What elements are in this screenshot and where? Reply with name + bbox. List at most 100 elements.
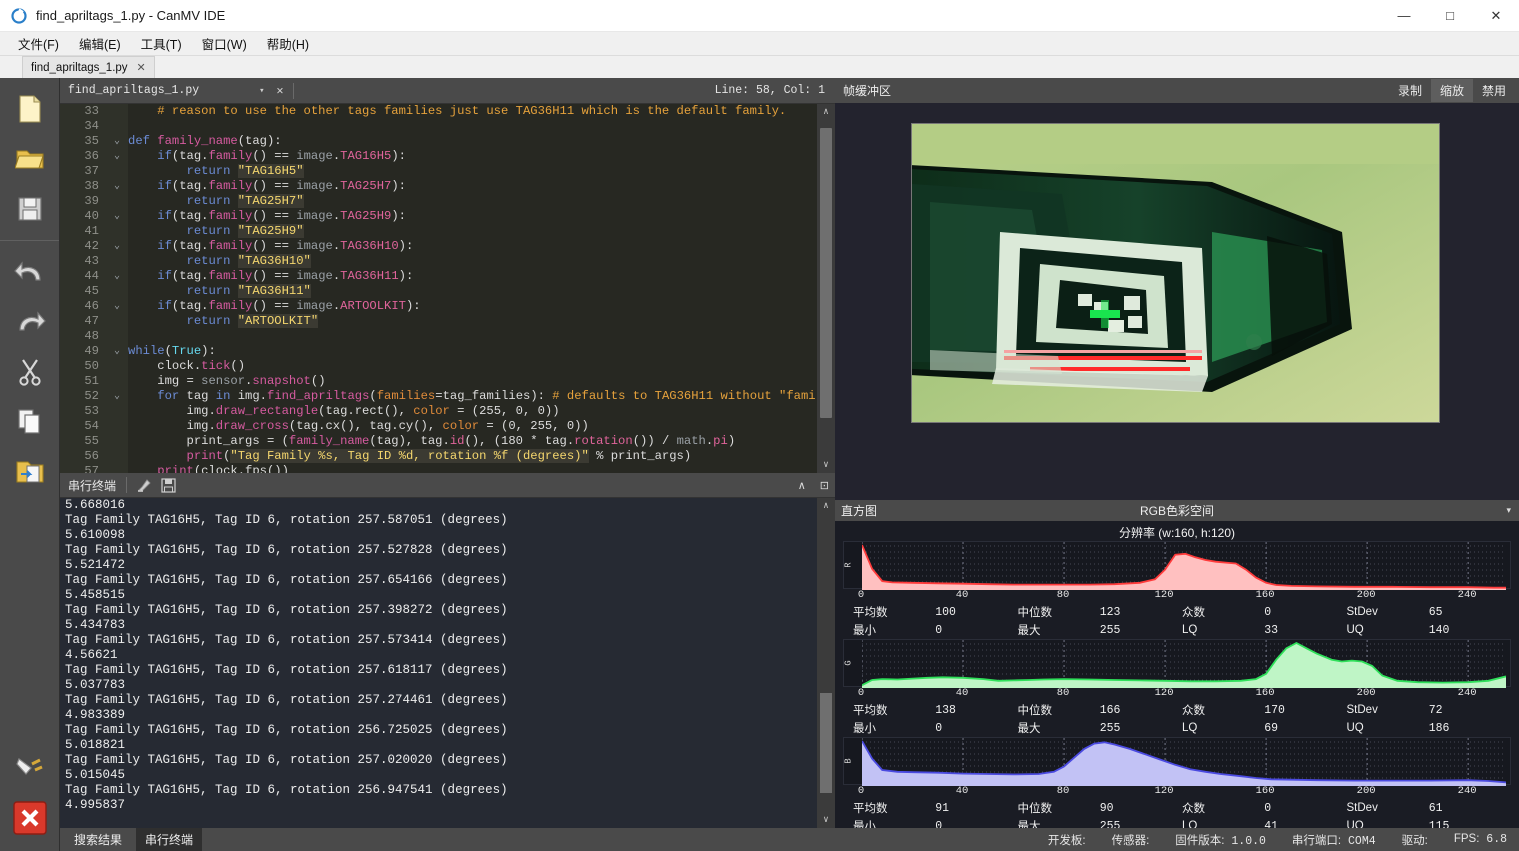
code-token: find_apriltags [267, 389, 370, 403]
document-tab[interactable]: find_apriltags_1.py ✕ [22, 56, 155, 78]
editor-line-col: Line: 58, Col: 1 [714, 84, 825, 97]
fold-toggle[interactable]: ⌄ [106, 389, 128, 404]
stop-icon[interactable] [0, 793, 60, 843]
status-label: 串行端口: [1291, 834, 1342, 847]
stat-label: LQ [1182, 624, 1198, 636]
close-button[interactable]: ✕ [1473, 0, 1519, 32]
line-number: 40 [84, 209, 99, 223]
histogram-body: 分辨率 (w:160, h:120) R 0 40 80 120 160 200 240 平均数… [835, 521, 1519, 833]
code-line: print("Tag Family %s, Tag ID %d, rotatio… [128, 449, 817, 464]
fold-toggle[interactable]: ⌄ [106, 239, 128, 254]
fold-toggle[interactable]: ⌄ [106, 344, 128, 359]
code-text[interactable]: # reason to use the other tags families … [128, 104, 835, 473]
stat-value: 100 [935, 605, 956, 619]
axis-tick-label: 240 [1457, 589, 1477, 601]
menu-edit[interactable]: 编辑(E) [69, 31, 131, 56]
axis-tick-label: 120 [1154, 785, 1174, 797]
fold-toggle [106, 449, 128, 464]
editor-scroll-down-icon[interactable]: ∨ [817, 457, 835, 473]
code-token: ): [201, 344, 216, 358]
maximize-button[interactable]: □ [1427, 0, 1473, 32]
code-token: tick [201, 359, 231, 373]
code-token: TAG25H7 [340, 179, 392, 193]
stat-value: 170 [1264, 703, 1285, 717]
framebuffer-canvas[interactable] [835, 103, 1519, 500]
menu-window[interactable]: 窗口(W) [192, 31, 257, 56]
terminal-scroll-up-icon[interactable]: ∧ [817, 498, 835, 514]
axis-tick-label: 0 [857, 589, 865, 601]
chevron-down-icon[interactable]: ▾ [259, 86, 264, 96]
editor-scrollbar[interactable]: ∧ ∨ [817, 104, 835, 473]
channel-axis-label: B [843, 758, 854, 764]
undo-icon[interactable] [0, 247, 60, 297]
zoom-button[interactable]: 缩放 [1430, 79, 1473, 102]
terminal-scrollbar[interactable]: ∧ ∨ [817, 498, 835, 828]
code-token: return [128, 164, 238, 178]
stat-value: 90 [1099, 801, 1114, 815]
disable-button[interactable]: 禁用 [1473, 79, 1515, 102]
menu-tools[interactable]: 工具(T) [131, 31, 192, 56]
fold-column[interactable]: ⌄ ⌄ ⌄ ⌄ ⌄ ⌄ ⌄ ⌄ ⌄ [106, 104, 128, 473]
line-number: 36 [84, 149, 99, 163]
status-label: 传感器: [1111, 834, 1150, 847]
connect-plug-icon[interactable] [0, 743, 60, 793]
fold-toggle[interactable]: ⌄ [106, 209, 128, 224]
fold-toggle[interactable]: ⌄ [106, 179, 128, 194]
fold-toggle[interactable]: ⌄ [106, 149, 128, 164]
float-panel-icon[interactable]: ⊡ [820, 479, 829, 492]
open-folder-icon[interactable] [0, 134, 60, 184]
document-tab-close-icon[interactable]: ✕ [137, 61, 146, 74]
editor-scroll-up-icon[interactable]: ∧ [817, 104, 835, 120]
code-token: = (255, 0, 0)) [449, 404, 560, 418]
code-token: () == [252, 299, 297, 313]
code-token: if [128, 149, 172, 163]
axis-tick-label: 0 [857, 785, 865, 797]
terminal-scroll-down-icon[interactable]: ∨ [817, 812, 835, 828]
clear-terminal-icon[interactable] [136, 477, 152, 493]
menu-file[interactable]: 文件(F) [8, 31, 69, 56]
stat-value: 91 [935, 801, 950, 815]
fold-toggle [106, 329, 128, 344]
save-icon[interactable] [0, 184, 60, 234]
histogram-toolbar: 直方图 RGB色彩空间 ▾ [835, 500, 1519, 521]
code-area[interactable]: 33 34 35 36 37 38 39 40 41 42 43 44 45 46 47 48 49 50 51 52… [60, 104, 835, 473]
code-line: if(tag.family() == image.TAG36H10): [128, 239, 817, 254]
code-token: math [676, 434, 706, 448]
line-number: 35 [84, 134, 99, 148]
code-line: img = sensor.snapshot() [128, 374, 817, 389]
redo-icon[interactable] [0, 297, 60, 347]
copy-icon[interactable] [0, 397, 60, 447]
code-token: if [128, 239, 172, 253]
tab-serial-terminal[interactable]: 串行终端 [136, 828, 203, 851]
new-file-icon[interactable] [0, 84, 60, 134]
tool-group-file [0, 78, 59, 241]
fold-toggle[interactable]: ⌄ [106, 269, 128, 284]
menu-help[interactable]: 帮助(H) [257, 31, 319, 56]
tab-search-results[interactable]: 搜索结果 [65, 828, 131, 851]
code-token: (tag. [171, 269, 209, 283]
stat-value: 0 [935, 721, 943, 735]
stat-label: 中位数 [1017, 607, 1053, 619]
code-token: TAG36H11 [340, 269, 399, 283]
code-token: ()) / [632, 434, 677, 448]
editor-panel: find_apriltags_1.py ▾ ✕ Line: 58, Col: 1… [60, 78, 835, 473]
record-button[interactable]: 录制 [1389, 79, 1431, 102]
minimize-button[interactable]: — [1381, 0, 1427, 32]
fold-toggle [106, 194, 128, 209]
editor-scroll-thumb[interactable] [820, 128, 832, 418]
code-token: while [128, 344, 165, 358]
channel-x-axis: 0 40 80 120 160 200 240 [858, 687, 1511, 701]
terminal-output[interactable]: 5.668016 Tag Family TAG16H5, Tag ID 6, ro… [60, 498, 835, 828]
code-token: () == [252, 209, 297, 223]
fold-toggle[interactable]: ⌄ [106, 299, 128, 314]
save-log-icon[interactable] [161, 477, 176, 493]
channel-area-chart [862, 738, 1506, 786]
terminal-scroll-thumb[interactable] [820, 693, 832, 793]
editor-close-icon[interactable]: ✕ [277, 83, 284, 98]
cut-icon[interactable] [0, 347, 60, 397]
code-token: if [128, 299, 172, 313]
terminal-line: Tag Family TAG16H5, Tag ID 6, rotation 2… [65, 573, 508, 587]
collapse-icon[interactable]: ∧ [798, 479, 806, 492]
paste-icon[interactable] [0, 447, 60, 497]
fold-toggle[interactable]: ⌄ [106, 134, 128, 149]
